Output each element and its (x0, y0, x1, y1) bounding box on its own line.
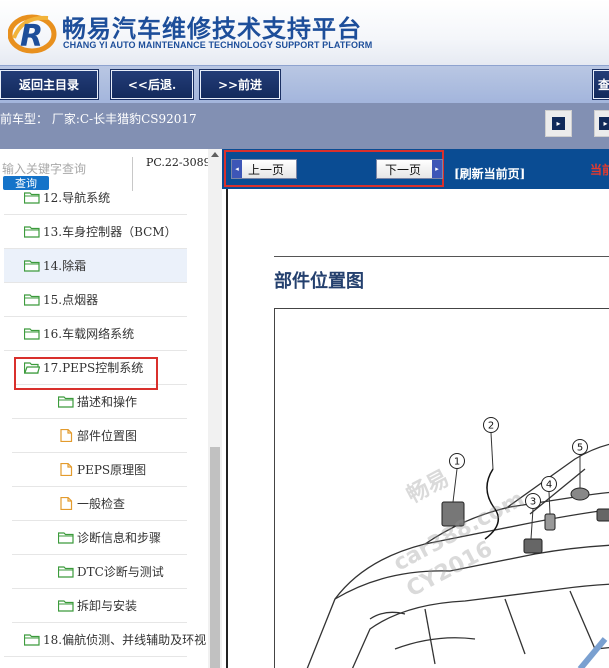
next-page-label: 下一页 (385, 162, 422, 177)
document-icon (60, 463, 73, 476)
document-icon (60, 429, 73, 442)
divider (132, 157, 133, 191)
tree-item-label: 14.除霜 (43, 259, 87, 273)
svg-text:R: R (20, 19, 43, 54)
tree-item-label: 诊断信息和步骤 (77, 531, 162, 545)
tree-item-label: 描述和操作 (77, 395, 138, 409)
expand-button[interactable]: ▸ (545, 110, 572, 137)
logo-icon: R (8, 14, 57, 54)
tree-item[interactable]: PEPS原理图 (12, 453, 187, 487)
home-button[interactable]: 返回主目录 (0, 70, 98, 99)
folder-icon (24, 192, 40, 204)
highlight-frame (14, 357, 158, 390)
document-icon (60, 497, 73, 510)
tree-item[interactable]: 18.偏航侦测、并线辅助及环视 (4, 623, 206, 657)
tree-item[interactable]: 13.车身控制器（BCM） (4, 215, 187, 249)
callout-number: 5 (577, 443, 583, 454)
search-toolbar-button[interactable]: 查 (593, 70, 609, 99)
tree-item-label: 12.导航系统 (43, 191, 111, 205)
folder-icon (58, 600, 74, 612)
scroll-up-icon[interactable] (211, 152, 219, 157)
document-border (226, 189, 228, 668)
tree-item[interactable]: 诊断信息和步骤 (12, 521, 187, 555)
component-figure: 12345 畅易 car388.com CY2016 (274, 308, 609, 668)
tree-item-label: 13.车身控制器（BCM） (43, 225, 177, 239)
tree-item-label: 拆卸与安装 (77, 599, 138, 613)
prev-page-label: 上一页 (248, 162, 285, 177)
tree-item-label: 15.点烟器 (43, 293, 99, 307)
folder-icon (58, 532, 74, 544)
arrow-right-icon: ▸ (432, 160, 442, 178)
refresh-link[interactable]: [刷新当前页] (454, 165, 525, 182)
platform-title: 畅易汽车维修技术支持平台 (62, 15, 362, 43)
tree-item[interactable]: 描述和操作 (12, 385, 187, 419)
tree-item[interactable]: 12.导航系统 (4, 191, 187, 215)
tree-item[interactable]: 一般检查 (12, 487, 187, 521)
document-view: 部件位置图 1 2 3 4 5 畅易 car388.com CY2016 (222, 189, 609, 668)
sidebar-scrollbar[interactable] (208, 149, 222, 668)
tree-item[interactable]: 14.除霜 (4, 249, 187, 283)
tree-item[interactable]: 15.点烟器 (4, 283, 187, 317)
tree-item-label: PEPS原理图 (77, 463, 147, 477)
pc-code: PC.22-3089 (146, 156, 211, 169)
platform-subtitle: CHANG YI AUTO MAINTENANCE TECHNOLOGY SUP… (63, 40, 373, 50)
arrow-left-icon: ◂ (232, 160, 242, 178)
current-page-text: 当前 (590, 163, 609, 177)
prev-page-button[interactable]: ◂ 上一页 (231, 159, 297, 179)
folder-icon (24, 226, 40, 238)
search-button[interactable]: 查询 (3, 176, 49, 190)
tree-item-label: 18.偏航侦测、并线辅助及环视 (43, 633, 207, 647)
tree-view: 12.导航系统 13.车身控制器（BCM） 14.除霜 15.点烟器 16.车载网络系统… (0, 191, 208, 668)
tree-item-label: 部件位置图 (77, 429, 138, 443)
tree-item[interactable]: DTC诊断与测试 (12, 555, 187, 589)
folder-icon (58, 396, 74, 408)
tree-item-label: DTC诊断与测试 (77, 565, 164, 579)
content-nav-bar: ◂ 上一页 下一页 ▸ [刷新当前页] 当前 (222, 149, 609, 189)
callout-number: 2 (488, 421, 494, 432)
folder-icon (58, 566, 74, 578)
arrow-right-icon: ▸ (552, 117, 565, 130)
document-heading: 部件位置图 (274, 271, 364, 292)
callout-number: 3 (530, 497, 536, 508)
folder-icon (24, 294, 40, 306)
heading-rule (274, 256, 609, 257)
folder-icon (24, 260, 40, 272)
next-page-button[interactable]: 下一页 ▸ (376, 159, 443, 179)
model-bar: 前车型： 厂家:C-长丰猎豹CS92017 (0, 103, 609, 149)
header: R 畅易汽车维修技术支持平台 CHANG YI AUTO MAINTENANCE… (0, 0, 609, 65)
scroll-thumb[interactable] (210, 447, 220, 668)
tree-item[interactable]: 拆卸与安装 (12, 589, 187, 623)
app-window: R 畅易汽车维修技术支持平台 CHANG YI AUTO MAINTENANCE… (0, 0, 609, 668)
next-panel-button[interactable]: ▸ (594, 110, 609, 137)
tree-item-label: 16.车载网络系统 (43, 327, 135, 341)
arrow-right-icon: ▸ (599, 117, 609, 130)
highlight-frame: ◂ 上一页 下一页 ▸ (224, 150, 444, 187)
callout-number: 1 (454, 457, 460, 468)
back-button[interactable]: <<后退. (111, 70, 193, 99)
folder-icon (24, 634, 40, 646)
callout-number: 4 (546, 480, 552, 491)
sidebar: 查询 PC.22-3089 12.导航系统13.车身控制器（BCM）14.除霜1… (0, 149, 222, 668)
toolbar: 返回主目录 <<后退. >>前进 查 (0, 65, 609, 103)
folder-icon (24, 328, 40, 340)
tree-item[interactable]: 16.车载网络系统 (4, 317, 187, 351)
forward-button[interactable]: >>前进 (200, 70, 280, 99)
tree-item-label: 一般检查 (77, 497, 126, 511)
tree-item[interactable]: 部件位置图 (12, 419, 187, 453)
vehicle-model-text: 前车型： 厂家:C-长丰猎豹CS92017 (0, 112, 197, 126)
